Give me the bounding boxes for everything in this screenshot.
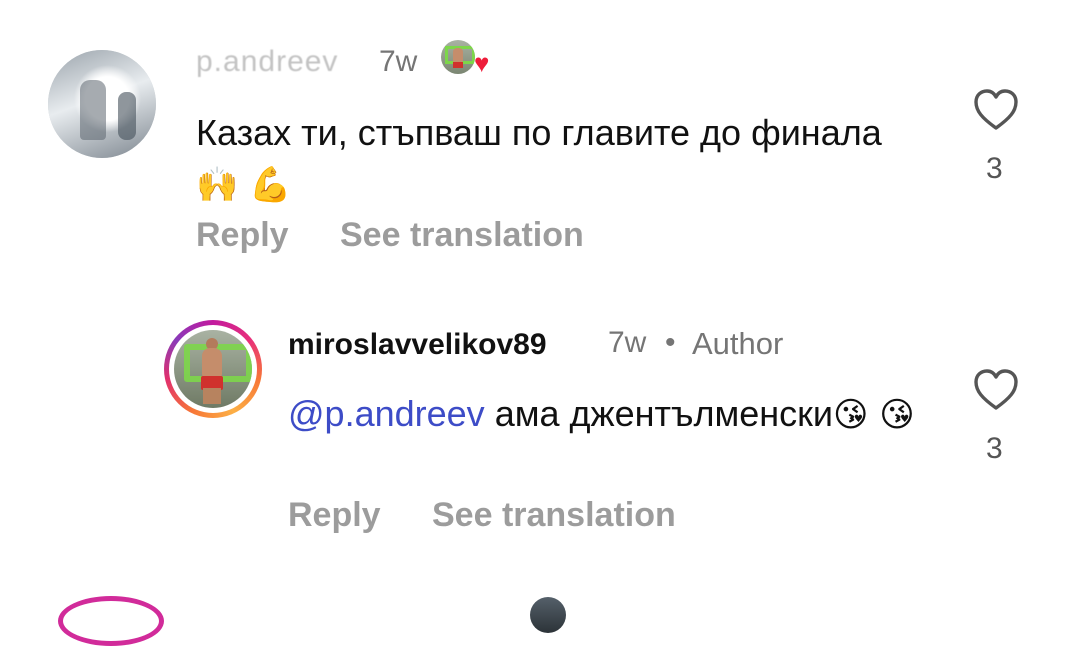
comment-text: Казах ти, стъпваш по главите до финала 🙌… [196,107,916,211]
author-like-avatar [441,40,475,74]
reply-button[interactable]: Reply [196,216,289,255]
see-translation-button[interactable]: See translation [432,496,676,535]
comment-emojis: 🙌 💪 [196,165,292,205]
next-comment-avatar[interactable] [58,596,164,646]
avatar-figure [118,92,136,140]
heart-filled-icon: ♥ [474,48,490,78]
avatar-figure [80,80,106,140]
next-comment-avatar-small [530,597,566,633]
comment-username[interactable]: p.andreev [196,45,338,79]
comment-timestamp: 7w [608,326,647,359]
commenter-avatar[interactable] [48,50,156,158]
comment-text: @p.andreev ама джентълменски😘 😘 [288,388,928,441]
author-avatar[interactable] [164,320,262,418]
like-count: 3 [986,432,1003,465]
comment-timestamp: 7w [379,45,418,78]
comment-username[interactable]: miroslavvelikov89 [288,328,547,362]
reply-button[interactable]: Reply [288,496,381,535]
mention-link[interactable]: @p.andreev [288,393,485,434]
heart-outline-icon[interactable] [972,86,1020,134]
see-translation-button[interactable]: See translation [340,216,584,255]
avatar-photo [174,330,252,408]
heart-outline-icon[interactable] [972,366,1020,414]
separator-dot: • [665,326,676,359]
comment-emojis: 😘 😘 [832,395,915,435]
comment-body: ама джентълменски [494,393,833,434]
like-count: 3 [986,152,1003,185]
author-badge: Author [692,326,784,361]
comment-body: Казах ти, стъпваш по главите до финала [196,112,882,153]
